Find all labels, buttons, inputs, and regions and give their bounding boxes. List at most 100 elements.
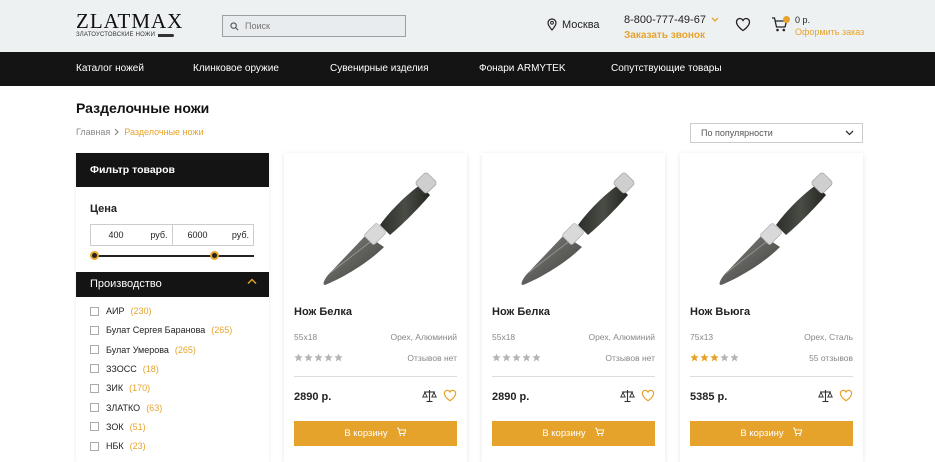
product-name[interactable]: Нож Белка bbox=[294, 306, 352, 318]
search-input[interactable] bbox=[245, 21, 395, 31]
favorites-heart-icon[interactable] bbox=[735, 17, 751, 32]
divider bbox=[492, 376, 655, 377]
nav-item-knife-catalog[interactable]: Каталог ножей bbox=[76, 63, 144, 74]
nav-item-souvenirs[interactable]: Сувенирные изделия bbox=[330, 63, 429, 74]
search-icon bbox=[230, 21, 239, 30]
producer-filter-item[interactable]: ЗЛАТКО (63) bbox=[90, 403, 162, 413]
rating-stars bbox=[492, 353, 541, 362]
checkbox[interactable] bbox=[90, 403, 99, 412]
phone-number[interactable]: 8-800-777-49-67 bbox=[624, 14, 719, 26]
product-size: 55x18 bbox=[294, 332, 318, 342]
producer-filter-item[interactable]: АИР (230) bbox=[90, 306, 152, 316]
compare-scale-icon[interactable] bbox=[818, 389, 833, 408]
product-card: Нож Вьюга 75x13 Орех, Сталь 55 отзывов 5385 … bbox=[680, 153, 863, 462]
city-selector[interactable]: Москва bbox=[547, 18, 600, 31]
chevron-down-icon bbox=[711, 17, 719, 22]
product-price: 5385 р. bbox=[690, 391, 728, 403]
favorite-heart-icon[interactable] bbox=[443, 389, 457, 407]
cart-badge bbox=[783, 16, 790, 23]
producer-filter-item[interactable]: Булат Сергея Баранова (265) bbox=[90, 325, 232, 335]
producer-count: (23) bbox=[129, 441, 146, 452]
producer-count: (265) bbox=[211, 325, 233, 336]
page-title: Разделочные ножи bbox=[76, 100, 210, 116]
producer-filter-item[interactable]: Булат Умерова (265) bbox=[90, 345, 196, 355]
star-icon bbox=[522, 353, 531, 362]
star-icon bbox=[730, 353, 739, 362]
star-icon bbox=[710, 353, 719, 362]
checkout-link[interactable]: Оформить заказ bbox=[795, 27, 864, 37]
price-max-value: 6000 bbox=[187, 230, 208, 240]
nav-item-blade-weapons[interactable]: Клинковое оружие bbox=[193, 63, 279, 74]
product-material: Орех, Алюминий bbox=[390, 332, 457, 342]
sort-select[interactable]: По популярности bbox=[690, 123, 863, 143]
add-to-cart-button[interactable]: В корзину bbox=[690, 421, 853, 446]
producers-title: Производство bbox=[90, 278, 162, 290]
chevron-right-icon bbox=[114, 128, 120, 136]
checkbox[interactable] bbox=[90, 383, 99, 393]
product-name[interactable]: Нож Вьюга bbox=[690, 306, 750, 318]
review-count[interactable]: 55 отзывов bbox=[809, 353, 853, 363]
breadcrumb-current: Разделочные ножи bbox=[124, 127, 204, 137]
favorite-heart-icon[interactable] bbox=[839, 389, 853, 407]
checkbox[interactable] bbox=[90, 441, 99, 451]
producer-filter-item[interactable]: ЗЗОСС (18) bbox=[90, 364, 159, 374]
add-to-cart-label: В корзину bbox=[542, 428, 586, 439]
product-size: 75x13 bbox=[690, 332, 714, 342]
price-slider-min-handle[interactable] bbox=[90, 251, 99, 260]
product-image[interactable] bbox=[308, 167, 444, 299]
divider bbox=[690, 376, 853, 377]
favorite-heart-icon[interactable] bbox=[641, 389, 655, 407]
logo-blade-icon bbox=[158, 33, 175, 37]
producer-filter-item[interactable]: НБК (23) bbox=[90, 441, 146, 451]
search-box[interactable] bbox=[222, 15, 406, 37]
product-price: 2890 р. bbox=[492, 391, 530, 403]
product-image[interactable] bbox=[506, 167, 642, 299]
cart-icon bbox=[594, 427, 605, 440]
logo-subtitle-text: ЗЛАТОУСТОВСКИЕ НОЖИ bbox=[76, 32, 156, 38]
logo-text: ZLATMAX bbox=[76, 9, 184, 33]
currency-label: руб. bbox=[150, 230, 168, 240]
star-icon bbox=[324, 353, 333, 362]
add-to-cart-button[interactable]: В корзину bbox=[294, 421, 457, 446]
star-icon bbox=[512, 353, 521, 362]
price-max-field[interactable]: 6000 руб. bbox=[173, 225, 254, 245]
checkbox[interactable] bbox=[90, 364, 99, 374]
logo[interactable]: ZLATMAX ЗЛАТОУСТОВСКИЕ НОЖИ bbox=[76, 9, 184, 39]
nav-item-accessories[interactable]: Сопутствующие товары bbox=[611, 63, 722, 74]
rating-stars bbox=[294, 353, 343, 362]
sort-value: По популярности bbox=[701, 128, 773, 138]
callback-link[interactable]: Заказать звонок bbox=[624, 30, 705, 41]
product-image[interactable] bbox=[704, 167, 840, 299]
breadcrumb: Главная Разделочные ножи bbox=[76, 127, 203, 137]
rating-stars bbox=[690, 353, 739, 362]
price-slider-track[interactable] bbox=[94, 255, 254, 257]
cart-icon bbox=[396, 427, 407, 440]
cart-icon bbox=[792, 427, 803, 440]
producers-section-toggle[interactable]: Производство bbox=[76, 272, 269, 297]
checkbox[interactable] bbox=[90, 422, 99, 432]
producer-count: (265) bbox=[174, 344, 196, 355]
checkbox[interactable] bbox=[90, 306, 99, 316]
producer-filter-item[interactable]: ЗИК (170) bbox=[90, 383, 150, 393]
price-min-value: 400 bbox=[108, 230, 124, 240]
cart-sum: 0 р. bbox=[795, 15, 811, 25]
product-price: 2890 р. bbox=[294, 391, 332, 403]
review-count[interactable]: Отзывов нет bbox=[407, 353, 457, 363]
producer-filter-item[interactable]: ЗОК (51) bbox=[90, 422, 146, 432]
price-min-field[interactable]: 400 руб. bbox=[91, 225, 173, 245]
breadcrumb-home[interactable]: Главная bbox=[76, 127, 110, 137]
checkbox[interactable] bbox=[90, 345, 99, 355]
compare-scale-icon[interactable] bbox=[422, 389, 437, 408]
add-to-cart-label: В корзину bbox=[740, 428, 784, 439]
add-to-cart-button[interactable]: В корзину bbox=[492, 421, 655, 446]
compare-scale-icon[interactable] bbox=[620, 389, 635, 408]
star-icon bbox=[502, 353, 511, 362]
price-slider-max-handle[interactable] bbox=[210, 251, 219, 260]
checkbox[interactable] bbox=[90, 325, 99, 335]
star-icon bbox=[690, 353, 699, 362]
producer-name: НБК bbox=[106, 441, 124, 452]
review-count[interactable]: Отзывов нет bbox=[605, 353, 655, 363]
product-name[interactable]: Нож Белка bbox=[492, 306, 550, 318]
nav-item-armytek-lights[interactable]: Фонари ARMYTEK bbox=[479, 63, 566, 74]
star-icon bbox=[294, 353, 303, 362]
